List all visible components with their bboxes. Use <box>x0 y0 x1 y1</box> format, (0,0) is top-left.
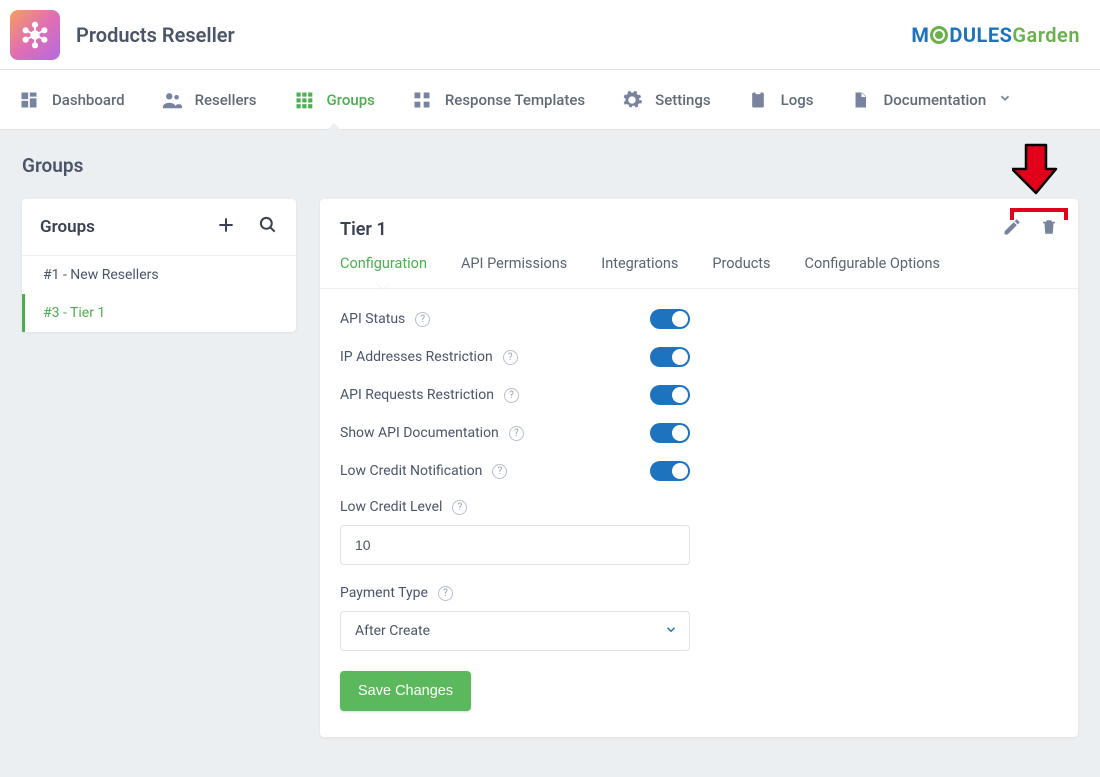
topbar: Products Reseller MDULESGarden <box>0 0 1100 70</box>
group-subtabs: Configuration API Permissions Integratio… <box>320 255 1078 289</box>
dashboard-icon <box>18 89 40 111</box>
input-low-credit-level[interactable] <box>340 525 690 565</box>
groups-sidebar: Groups #1 - New Resellers #3 - Tier 1 <box>22 199 296 332</box>
row-api-status: API Status? <box>340 309 1058 329</box>
page-title: Groups <box>22 154 1078 177</box>
app-logo <box>10 10 60 60</box>
nav-logs[interactable]: Logs <box>747 89 814 111</box>
help-icon[interactable]: ? <box>415 312 430 327</box>
group-title: Tier 1 <box>340 219 387 240</box>
nav-label: Documentation <box>883 91 986 109</box>
group-detail-card: Tier 1 Configuration API Permissions Int… <box>320 199 1078 737</box>
clipboard-icon <box>747 89 769 111</box>
gear-icon <box>621 89 643 111</box>
toggle-ip-restriction[interactable] <box>650 347 690 367</box>
block-low-credit-level: Low Credit Level? <box>340 499 1058 565</box>
group-list: #1 - New Resellers #3 - Tier 1 <box>22 256 296 332</box>
annotation-bracket-icon <box>1010 207 1068 226</box>
nav-response-templates[interactable]: Response Templates <box>411 89 585 111</box>
help-icon[interactable]: ? <box>509 426 524 441</box>
subtab-integrations[interactable]: Integrations <box>601 255 678 288</box>
template-icon <box>411 89 433 111</box>
label-ip-restriction: IP Addresses Restriction <box>340 349 493 365</box>
sidebar-title: Groups <box>40 217 95 237</box>
brand-logo: MDULESGarden <box>911 23 1080 47</box>
nav-label: Dashboard <box>52 91 125 109</box>
configuration-form: API Status? IP Addresses Restriction? AP… <box>320 289 1078 737</box>
nav-label: Resellers <box>195 91 257 109</box>
row-api-requests-restriction: API Requests Restriction? <box>340 385 1058 405</box>
help-icon[interactable]: ? <box>452 500 467 515</box>
subtab-products[interactable]: Products <box>712 255 770 288</box>
help-icon[interactable]: ? <box>438 586 453 601</box>
block-payment-type: Payment Type? After Create <box>340 585 1058 651</box>
search-button[interactable] <box>258 215 278 239</box>
label-low-credit-level: Low Credit Level <box>340 499 442 515</box>
nav-groups[interactable]: Groups <box>293 89 375 111</box>
nav-label: Response Templates <box>445 91 585 109</box>
subtab-configurable-options[interactable]: Configurable Options <box>805 255 941 288</box>
nav-documentation[interactable]: Documentation <box>849 89 1012 111</box>
nav-label: Logs <box>781 91 814 109</box>
toggle-show-api-docs[interactable] <box>650 423 690 443</box>
globe-icon <box>930 26 948 44</box>
subtab-configuration[interactable]: Configuration <box>340 255 427 288</box>
toggle-api-status[interactable] <box>650 309 690 329</box>
nav-resellers[interactable]: Resellers <box>161 89 257 111</box>
nav-dashboard[interactable]: Dashboard <box>18 89 125 111</box>
label-payment-type: Payment Type <box>340 585 428 601</box>
help-icon[interactable]: ? <box>492 464 507 479</box>
subtab-api-permissions[interactable]: API Permissions <box>461 255 567 288</box>
group-item-1[interactable]: #1 - New Resellers <box>22 256 296 294</box>
chevron-down-icon <box>998 91 1012 109</box>
app-title: Products Reseller <box>76 23 235 47</box>
row-ip-restriction: IP Addresses Restriction? <box>340 347 1058 367</box>
main-nav: Dashboard Resellers Groups Response Temp… <box>0 70 1100 130</box>
nav-label: Settings <box>655 91 711 109</box>
add-group-button[interactable] <box>216 215 236 239</box>
select-payment-type[interactable]: After Create <box>340 611 690 651</box>
people-icon <box>161 89 183 111</box>
page-body: Groups Groups #1 - New Resellers #3 - Ti… <box>0 130 1100 777</box>
label-api-requests-restriction: API Requests Restriction <box>340 387 494 403</box>
nav-label: Groups <box>327 91 375 109</box>
group-item-3[interactable]: #3 - Tier 1 <box>22 294 296 332</box>
label-show-api-docs: Show API Documentation <box>340 425 499 441</box>
help-icon[interactable]: ? <box>504 388 519 403</box>
save-button[interactable]: Save Changes <box>340 671 471 711</box>
toggle-api-requests-restriction[interactable] <box>650 385 690 405</box>
toggle-low-credit-notification[interactable] <box>650 461 690 481</box>
document-icon <box>849 89 871 111</box>
label-low-credit-notification: Low Credit Notification <box>340 463 482 479</box>
grid-icon <box>293 89 315 111</box>
row-low-credit-notification: Low Credit Notification? <box>340 461 1058 481</box>
label-api-status: API Status <box>340 311 405 327</box>
help-icon[interactable]: ? <box>503 350 518 365</box>
annotation-arrow-icon <box>1012 141 1060 201</box>
nav-settings[interactable]: Settings <box>621 89 711 111</box>
row-show-api-docs: Show API Documentation? <box>340 423 1058 443</box>
